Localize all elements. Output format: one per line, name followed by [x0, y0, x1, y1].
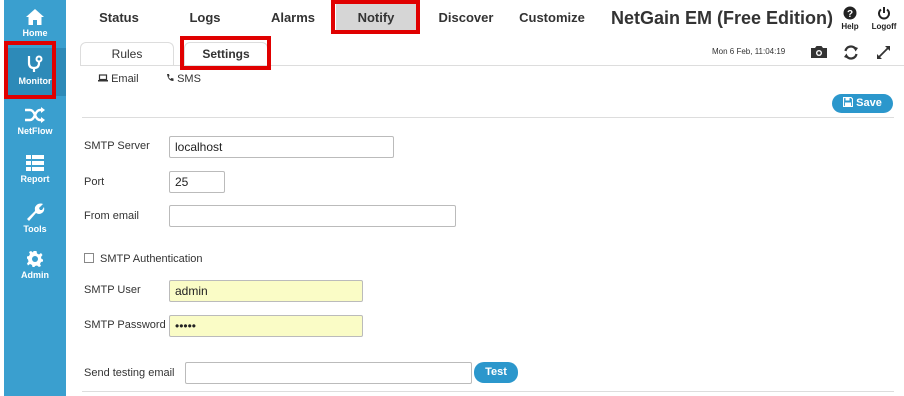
sidebar-item-tools[interactable]: Tools — [4, 202, 66, 234]
wrench-icon — [27, 203, 45, 221]
channel-email[interactable]: Email — [98, 73, 139, 85]
logoff-label: Logoff — [871, 22, 897, 31]
subtab-rules[interactable]: Rules — [80, 42, 174, 66]
test-button[interactable]: Test — [474, 362, 518, 383]
smtp-password-input[interactable] — [169, 315, 363, 337]
top-navigation: Status Logs Alarms Notify Discover Custo… — [66, 0, 904, 36]
laptop-icon — [98, 74, 108, 82]
tab-discover[interactable]: Discover — [431, 4, 501, 32]
home-icon — [26, 9, 44, 25]
smtp-user-label: SMTP User — [84, 284, 141, 296]
smtp-server-input[interactable] — [169, 136, 394, 158]
refresh-icon[interactable] — [843, 45, 859, 60]
smtp-auth-checkbox[interactable] — [84, 253, 94, 263]
from-email-input[interactable] — [169, 205, 456, 227]
sidebar-item-label: NetFlow — [17, 126, 53, 136]
subtab-settings[interactable]: Settings — [184, 42, 268, 66]
tab-logs[interactable]: Logs — [170, 4, 240, 32]
app-brand-title: NetGain EM (Free Edition) — [611, 8, 834, 28]
power-icon — [878, 7, 890, 20]
tab-status[interactable]: Status — [84, 4, 154, 32]
gear-icon — [27, 251, 43, 267]
fullscreen-icon[interactable] — [876, 45, 891, 60]
tab-customize[interactable]: Customize — [514, 4, 590, 32]
tab-alarms[interactable]: Alarms — [258, 4, 328, 32]
stethoscope-icon — [27, 55, 43, 72]
camera-icon[interactable] — [810, 45, 828, 59]
channel-sms[interactable]: SMS — [166, 73, 201, 85]
datetime-display: Mon 6 Feb, 11:04:19 — [712, 47, 786, 56]
sidebar-item-label: Tools — [23, 224, 47, 234]
sidebar: Home Monitor NetFlow Report Tools Admin — [4, 0, 66, 396]
form-divider-top — [82, 117, 894, 118]
tab-notify[interactable]: Notify — [336, 4, 416, 32]
help-icon: ? — [843, 6, 857, 20]
phone-icon — [167, 74, 174, 81]
sidebar-item-monitor[interactable]: Monitor — [4, 48, 66, 96]
shuffle-icon — [25, 107, 45, 123]
help-label: Help — [841, 22, 859, 31]
sidebar-item-label: Admin — [21, 270, 49, 280]
floppy-icon — [843, 96, 854, 108]
app-window: Home Monitor NetFlow Report Tools Admin … — [0, 0, 904, 396]
send-testing-email-input[interactable] — [185, 362, 472, 384]
subtab-divider — [80, 65, 904, 66]
logoff-button[interactable]: Logoff — [871, 6, 897, 31]
sidebar-item-label: Report — [20, 174, 50, 184]
smtp-password-label: SMTP Password — [84, 319, 166, 331]
sidebar-item-home[interactable]: Home — [4, 8, 66, 38]
send-testing-email-label: Send testing email — [84, 367, 175, 379]
channel-email-label: Email — [111, 73, 139, 85]
smtp-server-label: SMTP Server — [84, 140, 150, 152]
list-icon — [26, 155, 44, 171]
svg-text:?: ? — [847, 9, 853, 20]
channel-sms-label: SMS — [177, 73, 201, 85]
form-divider-bottom — [82, 391, 894, 392]
save-label: Save — [856, 97, 882, 109]
sidebar-item-report[interactable]: Report — [4, 154, 66, 184]
save-button[interactable]: Save — [832, 94, 893, 113]
smtp-user-input[interactable] — [169, 280, 363, 302]
sidebar-item-admin[interactable]: Admin — [4, 250, 66, 280]
sidebar-item-label: Monitor — [18, 76, 52, 86]
port-label: Port — [84, 176, 105, 188]
from-email-label: From email — [84, 210, 140, 222]
sidebar-item-netflow[interactable]: NetFlow — [4, 106, 66, 136]
sidebar-item-label: Home — [22, 28, 48, 38]
port-input[interactable] — [169, 171, 225, 193]
help-button[interactable]: ? Help — [837, 6, 863, 31]
smtp-auth-label: SMTP Authentication — [100, 253, 203, 265]
